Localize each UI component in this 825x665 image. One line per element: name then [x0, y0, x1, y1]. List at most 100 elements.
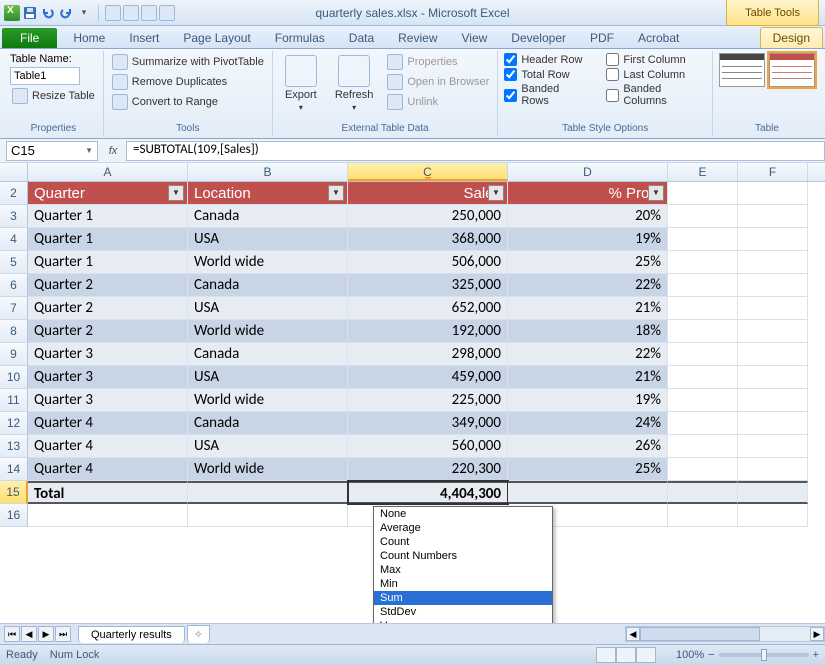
- cell[interactable]: World wide: [188, 389, 348, 412]
- row-header[interactable]: 11: [0, 389, 28, 412]
- cell[interactable]: 192,000: [348, 320, 508, 343]
- row-header[interactable]: 2: [0, 182, 28, 205]
- tab-insert[interactable]: Insert: [117, 28, 171, 48]
- qat-more-icon[interactable]: ▾: [76, 5, 92, 21]
- cell[interactable]: [668, 228, 738, 251]
- cell[interactable]: Quarter 2: [28, 274, 188, 297]
- row-header[interactable]: 15: [0, 481, 28, 504]
- cell[interactable]: Quarter 1: [28, 251, 188, 274]
- tab-view[interactable]: View: [450, 28, 500, 48]
- tab-formulas[interactable]: Formulas: [263, 28, 337, 48]
- cell[interactable]: Canada: [188, 205, 348, 228]
- cell[interactable]: Quarter 4: [28, 458, 188, 481]
- cell[interactable]: [738, 297, 808, 320]
- dropdown-option[interactable]: StdDev: [374, 605, 552, 619]
- cell[interactable]: 225,000: [348, 389, 508, 412]
- cell[interactable]: 560,000: [348, 435, 508, 458]
- zoom-in-button[interactable]: +: [813, 649, 819, 661]
- cell[interactable]: 652,000: [348, 297, 508, 320]
- banded-columns-checkbox[interactable]: Banded Columns: [606, 83, 706, 107]
- undo-icon[interactable]: [40, 5, 56, 21]
- cell[interactable]: [668, 366, 738, 389]
- table-header-cell[interactable]: Location▼: [188, 182, 348, 205]
- cell[interactable]: Quarter 1: [28, 205, 188, 228]
- cell[interactable]: Canada: [188, 412, 348, 435]
- cell[interactable]: [738, 435, 808, 458]
- cell[interactable]: [668, 182, 738, 205]
- convert-range-button[interactable]: Convert to Range: [110, 93, 266, 111]
- dropdown-option[interactable]: Average: [374, 521, 552, 535]
- cell[interactable]: World wide: [188, 320, 348, 343]
- row-header[interactable]: 4: [0, 228, 28, 251]
- summarize-pivot-button[interactable]: Summarize with PivotTable: [110, 53, 266, 71]
- cell[interactable]: World wide: [188, 251, 348, 274]
- zoom-control[interactable]: 100% − +: [676, 649, 819, 661]
- cell[interactable]: [668, 481, 738, 504]
- cell[interactable]: [738, 366, 808, 389]
- row-header[interactable]: 3: [0, 205, 28, 228]
- sheet-nav-first[interactable]: ⏮: [4, 626, 20, 642]
- redo-icon[interactable]: [58, 5, 74, 21]
- cell[interactable]: [738, 458, 808, 481]
- dropdown-option[interactable]: Min: [374, 577, 552, 591]
- row-header[interactable]: 7: [0, 297, 28, 320]
- tab-pdf[interactable]: PDF: [578, 28, 626, 48]
- cell[interactable]: USA: [188, 366, 348, 389]
- export-button[interactable]: Export▾: [279, 53, 323, 114]
- cell[interactable]: [738, 274, 808, 297]
- cell[interactable]: [668, 205, 738, 228]
- cell[interactable]: Quarter 3: [28, 343, 188, 366]
- row-header[interactable]: 8: [0, 320, 28, 343]
- resize-table-button[interactable]: Resize Table: [10, 87, 97, 105]
- cell[interactable]: USA: [188, 228, 348, 251]
- row-header[interactable]: 12: [0, 412, 28, 435]
- cell[interactable]: [668, 458, 738, 481]
- row-header[interactable]: 6: [0, 274, 28, 297]
- tab-page-layout[interactable]: Page Layout: [171, 28, 262, 48]
- dropdown-option[interactable]: Var: [374, 619, 552, 623]
- cell[interactable]: 21%: [508, 366, 668, 389]
- sheet-nav-next[interactable]: ▶: [38, 626, 54, 642]
- cell[interactable]: Quarter 1: [28, 228, 188, 251]
- cell[interactable]: 26%: [508, 435, 668, 458]
- horizontal-scrollbar[interactable]: ◀▶: [625, 626, 825, 642]
- cell[interactable]: USA: [188, 297, 348, 320]
- cell[interactable]: 24%: [508, 412, 668, 435]
- tab-acrobat[interactable]: Acrobat: [626, 28, 691, 48]
- refresh-button[interactable]: Refresh▾: [329, 53, 380, 114]
- cell[interactable]: 21%: [508, 297, 668, 320]
- row-header[interactable]: 13: [0, 435, 28, 458]
- cell[interactable]: [28, 504, 188, 527]
- cell[interactable]: [668, 504, 738, 527]
- file-tab[interactable]: File: [2, 28, 57, 48]
- qat-custom-4-icon[interactable]: [159, 5, 175, 21]
- cell[interactable]: [668, 274, 738, 297]
- zoom-out-button[interactable]: −: [708, 649, 714, 661]
- col-header-d[interactable]: D: [508, 163, 668, 181]
- cell[interactable]: [668, 320, 738, 343]
- cell[interactable]: Quarter 2: [28, 297, 188, 320]
- sheet-tab-active[interactable]: Quarterly results: [78, 626, 185, 643]
- table-header-cell[interactable]: Sales▼: [348, 182, 508, 205]
- cell[interactable]: [738, 389, 808, 412]
- name-box-dropdown-icon[interactable]: ▼: [85, 146, 93, 155]
- sheet-nav-last[interactable]: ⏭: [55, 626, 71, 642]
- table-header-cell[interactable]: % Profit▼: [508, 182, 668, 205]
- banded-rows-checkbox[interactable]: Banded Rows: [504, 83, 588, 107]
- cell[interactable]: 349,000: [348, 412, 508, 435]
- remove-duplicates-button[interactable]: Remove Duplicates: [110, 73, 266, 91]
- col-header-e[interactable]: E: [668, 163, 738, 181]
- name-box[interactable]: C15▼: [6, 141, 98, 161]
- row-header[interactable]: 10: [0, 366, 28, 389]
- save-icon[interactable]: [22, 5, 38, 21]
- cell[interactable]: [188, 504, 348, 527]
- formula-input[interactable]: =SUBTOTAL(109,[Sales]): [126, 141, 825, 161]
- cell[interactable]: [188, 481, 348, 504]
- dropdown-option[interactable]: Count: [374, 535, 552, 549]
- dropdown-option[interactable]: Count Numbers: [374, 549, 552, 563]
- cell[interactable]: 22%: [508, 274, 668, 297]
- cell[interactable]: 325,000: [348, 274, 508, 297]
- qat-custom-1-icon[interactable]: [105, 5, 121, 21]
- selected-cell[interactable]: 4,404,300▼: [348, 481, 508, 504]
- cell[interactable]: [738, 182, 808, 205]
